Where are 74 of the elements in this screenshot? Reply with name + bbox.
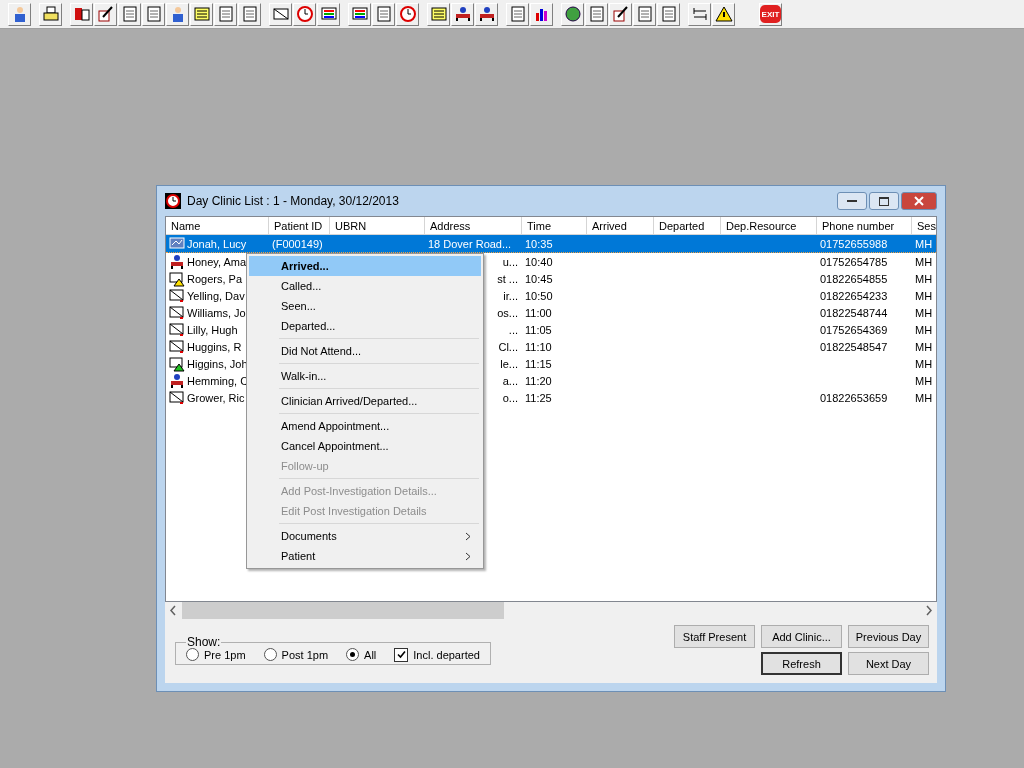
table-cell: MH xyxy=(915,306,933,319)
table-cell: Rogers, Pa xyxy=(187,272,243,285)
table-cell: MH xyxy=(915,323,933,336)
table-cell: MH xyxy=(915,255,933,268)
table-cell: 10:40 xyxy=(525,255,553,268)
table-cell: MH xyxy=(915,391,933,404)
table-cell: os... xyxy=(497,306,518,319)
menu-item[interactable]: Amend Appointment... xyxy=(249,416,481,436)
table-cell: 11:05 xyxy=(525,323,552,336)
column-header[interactable]: Time xyxy=(522,217,587,235)
column-header[interactable]: Phone number xyxy=(817,217,912,235)
exit-button[interactable]: EXIT xyxy=(759,2,782,26)
table-cell: 11:00 xyxy=(525,306,552,319)
menu-item[interactable]: Patient xyxy=(249,546,481,566)
table-cell: a... xyxy=(502,374,518,387)
window-title: Day Clinic List : 1 - Monday, 30/12/2013 xyxy=(187,194,399,208)
table-cell: 10:35 xyxy=(525,237,553,250)
selected-row[interactable]: Jonah, Lucy (F000149) 18 Dover Road... 10:35 01752655988 MH xyxy=(166,235,936,253)
table-cell: 11:10 xyxy=(525,340,552,353)
table-cell: o... xyxy=(502,391,518,404)
table-cell: 11:15 xyxy=(525,357,552,370)
table-cell: Yelling, Dav xyxy=(187,289,245,302)
table-cell: 01822548547 xyxy=(820,340,888,353)
option-label: Post 1pm xyxy=(281,648,329,661)
table-cell: Cl... xyxy=(498,340,518,353)
table-cell: 18 Dover Road... xyxy=(428,237,512,250)
table-cell: ir... xyxy=(503,289,518,302)
table-cell: Williams, Jo xyxy=(187,306,246,319)
menu-item[interactable]: Cancel Appointment... xyxy=(249,436,481,456)
table-cell: 11:25 xyxy=(525,391,552,404)
column-header[interactable]: Arrived xyxy=(587,217,654,235)
table-cell: 11:20 xyxy=(525,374,552,387)
menu-item[interactable]: Documents xyxy=(249,526,481,546)
column-header[interactable]: UBRN xyxy=(330,217,425,235)
table-cell: le... xyxy=(500,357,518,370)
table-cell: 01752654785 xyxy=(820,255,888,268)
table-cell: 01822654855 xyxy=(820,272,888,285)
group-label: Show: xyxy=(186,635,222,649)
column-header[interactable]: Patient ID xyxy=(269,217,330,235)
table-cell: MH xyxy=(915,237,933,250)
table-cell: 01752654369 xyxy=(820,323,888,336)
table-cell: MH xyxy=(915,374,933,387)
option-label: Incl. departed xyxy=(413,648,480,661)
action-button[interactable]: Next Day xyxy=(848,652,929,675)
action-button[interactable]: Staff Present xyxy=(674,625,755,648)
option-label: Pre 1pm xyxy=(204,648,246,661)
table-cell: 10:50 xyxy=(525,289,553,302)
table-cell: MH xyxy=(915,357,933,370)
column-header[interactable]: Name xyxy=(166,217,269,235)
table-cell: MH xyxy=(915,272,933,285)
table-cell: u... xyxy=(502,255,518,268)
action-button[interactable]: Previous Day xyxy=(848,625,929,648)
menu-item[interactable]: Arrived... xyxy=(249,256,481,276)
table-cell: Huggins, R xyxy=(187,340,242,353)
table-cell: 10:45 xyxy=(525,272,553,285)
table-cell: MH xyxy=(915,289,933,302)
table-cell: Honey, Ama xyxy=(187,255,247,268)
column-header[interactable]: Address xyxy=(425,217,522,235)
table-cell: (F000149) xyxy=(272,237,323,250)
table-cell: Lilly, Hugh xyxy=(187,323,238,336)
table-cell: MH xyxy=(915,340,933,353)
action-button[interactable]: Refresh xyxy=(761,652,842,675)
table-cell: Jonah, Lucy xyxy=(187,237,247,250)
table-cell: Grower, Ric xyxy=(187,391,245,404)
table-cell: st ... xyxy=(497,272,518,285)
table-cell: ... xyxy=(508,323,518,336)
column-header[interactable]: Departed xyxy=(654,217,721,235)
table-cell: 01822654233 xyxy=(820,289,888,302)
column-header[interactable]: Dep.Resource xyxy=(721,217,817,235)
option-label: All xyxy=(364,648,377,661)
table-cell: 01822548744 xyxy=(820,306,888,319)
action-button[interactable]: Add Clinic... xyxy=(761,625,842,648)
table-cell: 01822653659 xyxy=(820,391,888,404)
table-cell: 01752655988 xyxy=(820,237,888,250)
